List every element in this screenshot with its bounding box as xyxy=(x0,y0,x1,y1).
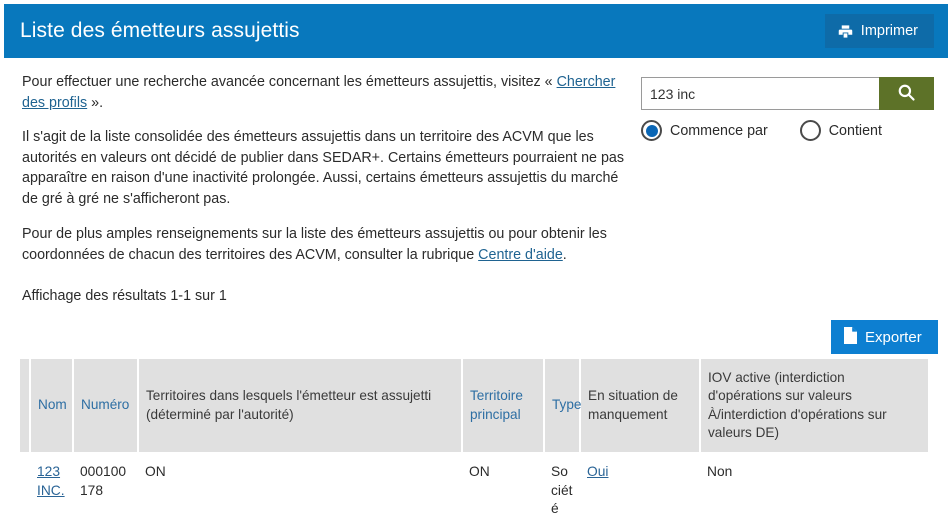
export-button[interactable]: Exporter xyxy=(831,320,938,354)
radio-contient-label: Contient xyxy=(828,122,882,139)
intro-paragraph-2: Il s'agit de la liste consolidée des éme… xyxy=(22,129,625,207)
print-button[interactable]: Imprimer xyxy=(824,14,934,48)
column-header-numero[interactable]: Numéro xyxy=(73,359,139,454)
radio-commence-par-dot[interactable] xyxy=(641,120,662,141)
column-header-territoire-principal[interactable]: Territoire principal xyxy=(462,359,545,454)
search-area: Commence par Contient xyxy=(641,77,934,141)
search-icon xyxy=(897,83,916,105)
page-header: Liste des émetteurs assujettis Imprimer xyxy=(4,4,948,58)
radio-commence-par-label: Commence par xyxy=(670,122,768,139)
cell-nom: 123 INC. xyxy=(30,453,73,514)
radio-contient-dot[interactable] xyxy=(799,120,821,141)
column-header-nom[interactable]: Nom xyxy=(30,359,74,454)
intro-p1-before: Pour effectuer une recherche avancée con… xyxy=(22,74,557,90)
page-root: Liste des émetteurs assujettis Imprimer … xyxy=(0,0,948,514)
intro-p3-after: . xyxy=(562,246,567,263)
search-input[interactable] xyxy=(641,77,879,110)
centre-daide-link[interactable]: Centre d'aide xyxy=(478,247,563,263)
intro-text-block: Pour effectuer une recherche avancée con… xyxy=(22,72,626,280)
search-submit-button[interactable] xyxy=(879,77,934,110)
cell-type: Société xyxy=(544,453,580,514)
file-export-icon xyxy=(843,326,858,348)
results-table-wrapper: Nom Numéro Territoires dans lesquels l'é… xyxy=(20,359,928,514)
results-table: Nom Numéro Territoires dans lesquels l'é… xyxy=(20,359,928,514)
results-count-label: Affichage des résultats 1-1 sur 1 xyxy=(22,288,227,304)
intro-paragraph-1: Pour effectuer une recherche avancée con… xyxy=(22,72,626,113)
column-header-manquement: En situation de manquement xyxy=(580,359,701,454)
column-header-spacer xyxy=(20,359,31,454)
manquement-link[interactable]: Oui xyxy=(587,464,608,479)
cell-iov: Non xyxy=(700,453,928,514)
page-title: Liste des émetteurs assujettis xyxy=(20,19,300,42)
issuer-name-link[interactable]: 123 INC. xyxy=(37,464,65,498)
column-header-type[interactable]: Type xyxy=(544,359,581,454)
radio-commence-par[interactable]: Commence par xyxy=(641,120,768,141)
print-button-label: Imprimer xyxy=(860,23,918,39)
table-header-row: Nom Numéro Territoires dans lesquels l'é… xyxy=(20,359,928,454)
intro-p1-after: ». xyxy=(87,94,104,111)
search-mode-radio-group: Commence par Contient xyxy=(641,120,934,141)
cell-territoires: ON xyxy=(138,453,462,514)
radio-contient[interactable]: Contient xyxy=(799,120,882,141)
export-button-label: Exporter xyxy=(865,328,922,346)
search-row xyxy=(641,77,934,110)
cell-numero: 000100178 xyxy=(73,453,138,514)
table-row: 123 INC. 000100178 ON ON Société Oui Non xyxy=(20,453,928,514)
column-header-territoires: Territoires dans lesquels l'émetteur est… xyxy=(138,359,463,454)
cell-territoire-principal: ON xyxy=(462,453,544,514)
intro-paragraph-3: Pour de plus amples renseignements sur l… xyxy=(22,224,626,265)
printer-icon xyxy=(838,24,853,39)
cell-manquement: Oui xyxy=(580,453,700,514)
column-header-iov: IOV active (interdiction d'opérations su… xyxy=(700,359,928,454)
cell-spacer xyxy=(20,453,30,514)
